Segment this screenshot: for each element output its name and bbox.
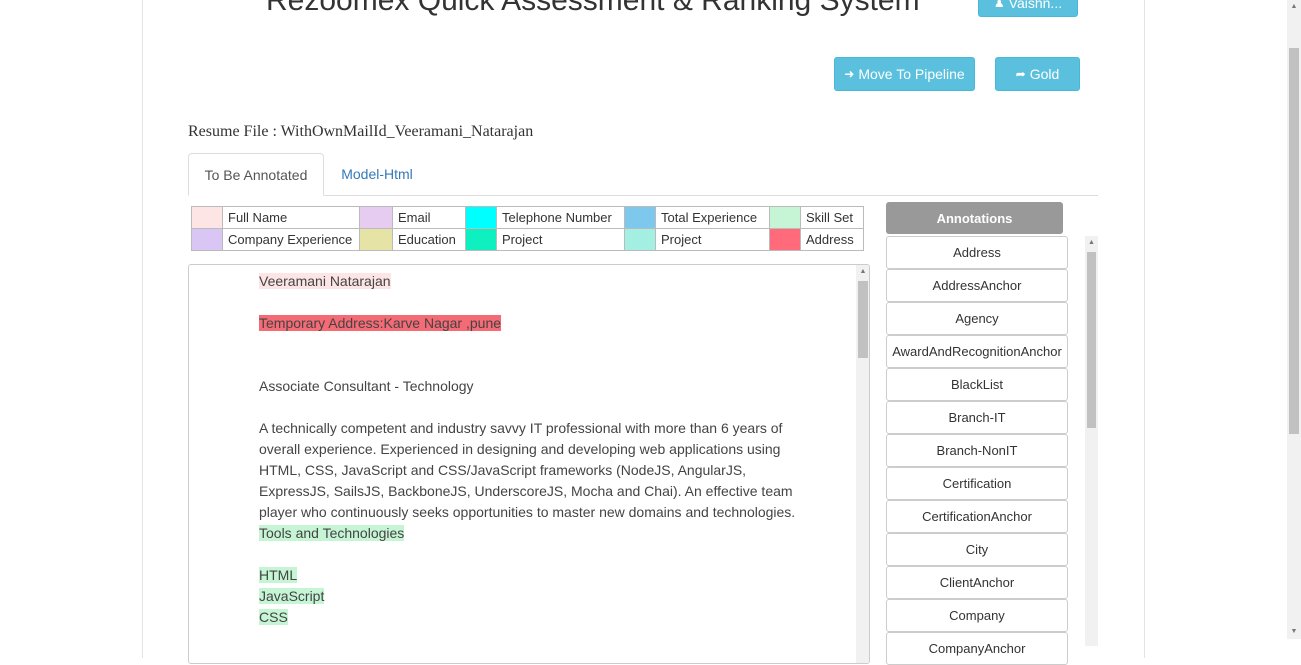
annotation-item[interactable]: Agency xyxy=(886,302,1068,335)
annotation-item[interactable]: Certification xyxy=(886,467,1068,500)
scroll-up-arrow-icon[interactable]: ▲ xyxy=(1287,0,1301,14)
annotation-item[interactable]: AddressAnchor xyxy=(886,269,1068,302)
tab-to-be-annotated[interactable]: To Be Annotated xyxy=(188,153,324,196)
legend-label: Company Experience xyxy=(222,228,360,251)
resume-file-label: Resume File : WithOwnMailId_Veeramani_Na… xyxy=(188,123,534,140)
scroll-up-arrow-icon[interactable]: ▲ xyxy=(1085,236,1098,250)
color-legend: Full Name Email Telephone Number Total E… xyxy=(191,206,864,251)
resume-document-panel[interactable]: Veeramani Natarajan Temporary Address:Ka… xyxy=(188,264,870,664)
legend-label: Total Experience xyxy=(655,206,770,229)
full-name-highlight[interactable]: Veeramani Natarajan xyxy=(259,273,391,289)
legend-row: Full Name Email Telephone Number Total E… xyxy=(191,206,864,229)
legend-label: Email xyxy=(392,206,466,229)
legend-swatch xyxy=(769,228,801,251)
app-title: Rezoomex Quick Assessment & Ranking Syst… xyxy=(266,0,920,17)
legend-swatch xyxy=(359,206,393,229)
gold-button[interactable]: ➦ Gold xyxy=(995,57,1080,91)
legend-swatch xyxy=(465,206,497,229)
legend-swatch xyxy=(624,206,656,229)
skill-highlight[interactable]: CSS xyxy=(259,609,288,625)
share-icon: ➦ xyxy=(1015,67,1026,81)
annotations-list: Address AddressAnchor Agency AwardAndRec… xyxy=(886,236,1068,665)
annotations-header: Annotations xyxy=(886,202,1063,234)
document-scrollbar-thumb[interactable] xyxy=(858,281,868,358)
legend-label: Project xyxy=(496,228,625,251)
legend-swatch xyxy=(769,206,801,229)
sign-out-icon: ➜ xyxy=(844,67,855,81)
legend-swatch xyxy=(359,228,393,251)
annotation-item[interactable]: City xyxy=(886,533,1068,566)
legend-swatch xyxy=(191,206,223,229)
scroll-down-arrow-icon[interactable]: ▼ xyxy=(1287,625,1301,639)
resume-document-content[interactable]: Veeramani Natarajan Temporary Address:Ka… xyxy=(259,271,799,628)
tab-bar: To Be Annotated Model-Html xyxy=(188,153,1098,196)
annotation-item[interactable]: Branch-NonIT xyxy=(886,434,1068,467)
annotation-item[interactable]: BlackList xyxy=(886,368,1068,401)
legend-label: Full Name xyxy=(222,206,360,229)
gold-label: Gold xyxy=(1029,66,1060,82)
move-to-pipeline-label: Move To Pipeline xyxy=(858,66,965,82)
skill-highlight[interactable]: HTML xyxy=(259,567,298,583)
annotation-item[interactable]: Company xyxy=(886,599,1068,632)
legend-swatch xyxy=(624,228,656,251)
legend-row: Company Experience Education Project Pro… xyxy=(191,228,864,251)
move-to-pipeline-button[interactable]: ➜ Move To Pipeline xyxy=(834,57,975,91)
legend-label: Address xyxy=(800,228,864,251)
tab-model-html[interactable]: Model-Html xyxy=(328,153,426,195)
document-scrollbar[interactable]: ▲ xyxy=(856,265,869,663)
scroll-up-arrow-icon[interactable]: ▲ xyxy=(856,265,869,279)
legend-swatch xyxy=(191,228,223,251)
annotation-item[interactable]: CompanyAnchor xyxy=(886,632,1068,665)
annotations-scrollbar[interactable]: ▲ xyxy=(1085,236,1098,646)
tools-heading-highlight[interactable]: Tools and Technologies xyxy=(259,525,405,541)
user-icon: ♟ xyxy=(993,0,1005,10)
legend-label: Project xyxy=(655,228,770,251)
annotation-item[interactable]: AwardAndRecognitionAnchor xyxy=(886,335,1068,368)
annotation-item[interactable]: Branch-IT xyxy=(886,401,1068,434)
annotation-item[interactable]: Address xyxy=(886,236,1068,269)
annotations-scrollbar-thumb[interactable] xyxy=(1087,252,1096,428)
skill-highlight[interactable]: JavaScript xyxy=(259,588,325,604)
page-scrollbar[interactable]: ▲ ▼ xyxy=(1287,0,1301,639)
user-menu-label: Vaishn... xyxy=(1008,0,1063,11)
summary-text[interactable]: A technically competent and industry sav… xyxy=(259,418,799,523)
annotation-item[interactable]: ClientAnchor xyxy=(886,566,1068,599)
legend-label: Education xyxy=(392,228,466,251)
annotation-item[interactable]: CertificationAnchor xyxy=(886,500,1068,533)
user-menu-button[interactable]: ♟ Vaishn... xyxy=(978,0,1078,17)
legend-label: Skill Set xyxy=(800,206,864,229)
designation-text[interactable]: Associate Consultant - Technology xyxy=(259,376,799,397)
page-scrollbar-thumb[interactable] xyxy=(1289,48,1299,434)
legend-swatch xyxy=(465,228,497,251)
legend-label: Telephone Number xyxy=(496,206,625,229)
address-highlight[interactable]: Temporary Address:Karve Nagar ,pune xyxy=(259,315,502,331)
